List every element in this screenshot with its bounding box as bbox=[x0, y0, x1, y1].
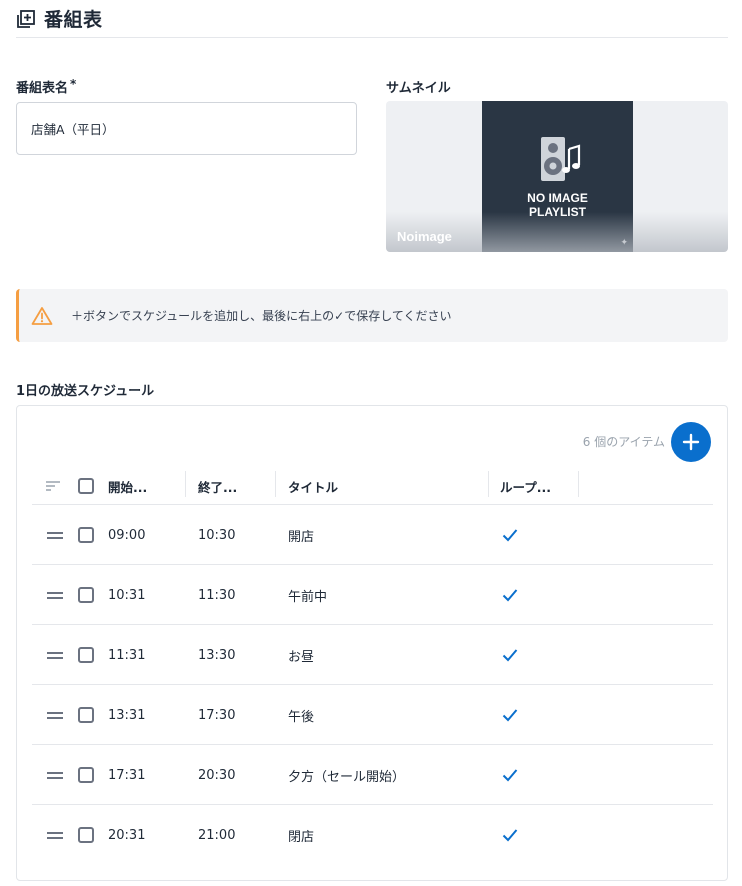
drag-handle-icon[interactable] bbox=[47, 712, 63, 720]
info-alert: ＋ボタンでスケジュールを追加し、最後に右上の✓で保存してください bbox=[16, 289, 728, 342]
plus-icon bbox=[682, 433, 700, 451]
table-row[interactable]: 11:31 13:30 お昼 bbox=[32, 625, 713, 685]
column-header-end[interactable]: 終了... bbox=[198, 467, 237, 505]
table-row[interactable]: 09:00 10:30 開店 bbox=[32, 505, 713, 565]
loop-check-icon bbox=[502, 589, 518, 602]
loop-check-icon bbox=[502, 649, 518, 662]
loop-check-icon bbox=[502, 769, 518, 782]
row-title: 午後 bbox=[288, 709, 315, 725]
column-divider[interactable] bbox=[185, 471, 186, 497]
speaker-music-icon bbox=[541, 137, 581, 181]
table-row[interactable]: 13:31 17:30 午後 bbox=[32, 685, 713, 745]
drag-handle-icon[interactable] bbox=[47, 592, 63, 600]
row-end-time: 10:30 bbox=[198, 527, 236, 543]
row-title: 開店 bbox=[288, 529, 315, 545]
schedule-card: 6 個のアイテム 開始... 終了... タイトル ループ... 09:00 1… bbox=[16, 405, 728, 881]
drag-handle-icon[interactable] bbox=[47, 772, 63, 780]
loop-check-icon bbox=[502, 709, 518, 722]
add-box-icon bbox=[17, 9, 35, 28]
schedule-name-input[interactable] bbox=[16, 102, 357, 155]
page-header: 番組表 bbox=[16, 0, 728, 38]
drag-handle-icon[interactable] bbox=[47, 832, 63, 840]
thumbnail-preview[interactable]: NO IMAGE PLAYLIST Noimage ✦ bbox=[386, 101, 728, 252]
row-end-time: 13:30 bbox=[198, 647, 236, 663]
name-field-label: 番組表名 * bbox=[16, 77, 76, 96]
row-end-time: 17:30 bbox=[198, 707, 236, 723]
poster-line-1: NO IMAGE bbox=[527, 191, 588, 205]
table-row[interactable]: 10:31 11:30 午前中 bbox=[32, 565, 713, 625]
row-start-time: 09:00 bbox=[108, 527, 146, 543]
row-title: 閉店 bbox=[288, 829, 315, 845]
row-end-time: 21:00 bbox=[198, 827, 236, 843]
warning-icon bbox=[31, 306, 53, 325]
sparkle-icon: ✦ bbox=[620, 238, 628, 248]
thumbnail-label: サムネイル bbox=[386, 81, 451, 96]
drag-handle-icon[interactable] bbox=[47, 652, 63, 660]
loop-check-icon bbox=[502, 529, 518, 542]
select-all-checkbox[interactable] bbox=[78, 478, 94, 494]
schedule-section-title: 1日の放送スケジュール bbox=[16, 384, 155, 399]
row-checkbox[interactable] bbox=[78, 767, 94, 783]
row-checkbox[interactable] bbox=[78, 827, 94, 843]
row-start-time: 17:31 bbox=[108, 767, 146, 783]
row-end-time: 11:30 bbox=[198, 587, 236, 603]
table-row[interactable]: 20:31 21:00 閉店 bbox=[32, 805, 713, 865]
drag-handle-icon[interactable] bbox=[47, 532, 63, 540]
add-schedule-button[interactable] bbox=[671, 422, 711, 462]
sort-icon[interactable] bbox=[46, 481, 60, 491]
row-checkbox[interactable] bbox=[78, 707, 94, 723]
name-label-text: 番組表名 bbox=[16, 81, 69, 96]
row-title: 午前中 bbox=[288, 589, 328, 605]
item-count: 6 個のアイテム bbox=[582, 435, 665, 449]
column-header-title[interactable]: タイトル bbox=[288, 467, 338, 505]
column-divider[interactable] bbox=[488, 471, 489, 497]
row-start-time: 11:31 bbox=[108, 647, 146, 663]
column-divider[interactable] bbox=[578, 471, 579, 497]
table-header: 開始... 終了... タイトル ループ... bbox=[32, 467, 713, 505]
column-divider[interactable] bbox=[275, 471, 276, 497]
row-title: 夕方（セール開始） bbox=[288, 769, 406, 785]
row-end-time: 20:30 bbox=[198, 767, 236, 783]
alert-message: ＋ボタンでスケジュールを追加し、最後に右上の✓で保存してください bbox=[71, 309, 452, 323]
column-header-start[interactable]: 開始... bbox=[108, 467, 147, 505]
row-start-time: 13:31 bbox=[108, 707, 146, 723]
page-title: 番組表 bbox=[44, 9, 103, 31]
row-title: お昼 bbox=[288, 649, 315, 665]
column-header-loop[interactable]: ループ... bbox=[500, 467, 551, 505]
thumbnail-caption: Noimage bbox=[397, 229, 452, 244]
row-start-time: 10:31 bbox=[108, 587, 146, 603]
table-row[interactable]: 17:31 20:30 夕方（セール開始） bbox=[32, 745, 713, 805]
row-checkbox[interactable] bbox=[78, 587, 94, 603]
row-checkbox[interactable] bbox=[78, 527, 94, 543]
row-checkbox[interactable] bbox=[78, 647, 94, 663]
required-mark: * bbox=[70, 77, 77, 91]
row-start-time: 20:31 bbox=[108, 827, 146, 843]
loop-check-icon bbox=[502, 829, 518, 842]
